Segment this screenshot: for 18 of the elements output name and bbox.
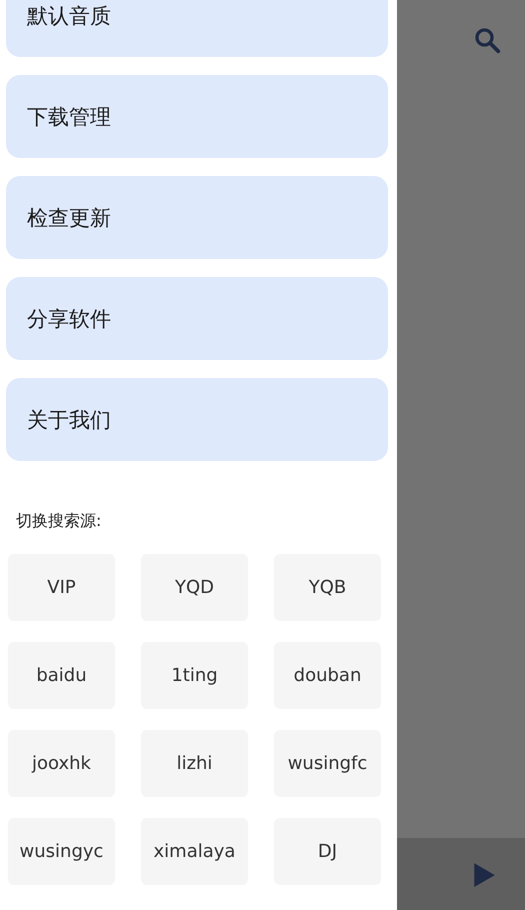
menu-item[interactable]: 关于我们 [6, 378, 388, 461]
section-heading: 切换搜索源: [16, 511, 102, 532]
source-button[interactable]: VIP [8, 554, 115, 621]
source-button[interactable]: baidu [8, 642, 115, 709]
source-button[interactable]: wusingfc [274, 730, 381, 797]
menu-item[interactable]: 默认音质 [6, 0, 388, 57]
menu-item[interactable]: 下载管理 [6, 75, 388, 158]
source-button[interactable]: lizhi [141, 730, 248, 797]
source-button[interactable]: douban [274, 642, 381, 709]
source-button[interactable]: YQB [274, 554, 381, 621]
source-button[interactable]: wusingyc [8, 818, 115, 885]
menu-item[interactable]: 检查更新 [6, 176, 388, 259]
source-button[interactable]: YQD [141, 554, 248, 621]
source-button[interactable]: jooxhk [8, 730, 115, 797]
source-button[interactable]: DJ [274, 818, 381, 885]
source-button[interactable]: 1ting [141, 642, 248, 709]
source-button[interactable]: ximalaya [141, 818, 248, 885]
menu-item[interactable]: 分享软件 [6, 277, 388, 360]
